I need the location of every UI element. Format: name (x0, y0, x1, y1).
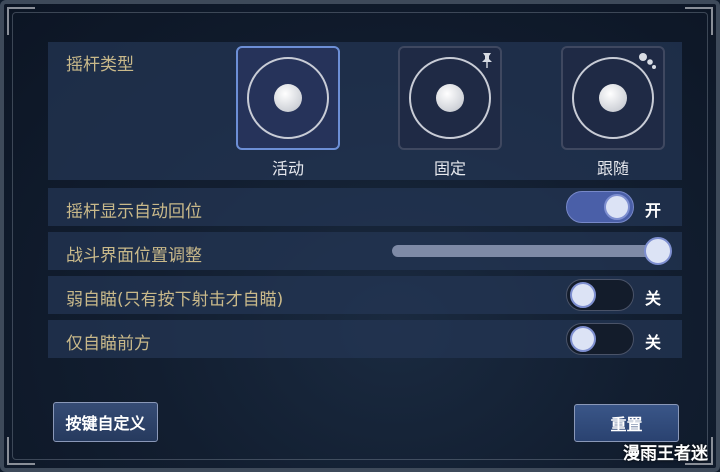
stick-option-active-label: 活动 (271, 159, 304, 178)
position-slider-track[interactable] (392, 245, 668, 257)
front-aim-toggle[interactable] (566, 323, 634, 355)
auto-return-label: 摇杆显示自动回位 (66, 202, 202, 222)
custom-keys-button[interactable]: 按键自定义 (53, 402, 158, 442)
pin-icon (482, 53, 492, 68)
weak-aim-state: 关 (645, 289, 662, 308)
reset-button[interactable]: 重置 (574, 404, 679, 442)
joystick-knob-icon (599, 84, 627, 112)
weak-aim-label: 弱自瞄(只有按下射击才自瞄) (66, 290, 284, 310)
front-aim-row: 仅自瞄前方 关 (48, 320, 682, 358)
dots-icon (639, 53, 656, 69)
stick-option-active[interactable] (236, 46, 340, 150)
stick-option-fixed[interactable] (398, 46, 502, 150)
weak-aim-row: 弱自瞄(只有按下射击才自瞄) 关 (48, 276, 682, 314)
auto-return-state: 开 (645, 201, 662, 220)
auto-return-row: 摇杆显示自动回位 开 (48, 188, 682, 226)
toggle-knob (570, 326, 596, 352)
auto-return-toggle[interactable] (566, 191, 634, 223)
stick-option-follow-label: 跟随 (596, 159, 629, 178)
stick-option-fixed-label: 固定 (433, 159, 466, 178)
joystick-knob-icon (436, 84, 464, 112)
stick-type-row: 摇杆类型 活动 固定 跟随 (48, 42, 682, 180)
corner-ornament (7, 437, 35, 465)
position-slider-knob[interactable] (644, 237, 672, 265)
stick-option-follow[interactable] (561, 46, 665, 150)
front-aim-label: 仅自瞄前方 (66, 334, 151, 354)
position-adjust-row: 战斗界面位置调整 (48, 232, 682, 270)
corner-ornament (7, 7, 35, 35)
settings-panel: 摇杆类型 活动 固定 跟随 摇杆显示自动回位 开 战斗界面位置调整 弱自瞄(只有… (0, 0, 720, 472)
corner-ornament (685, 7, 713, 35)
weak-aim-toggle[interactable] (566, 279, 634, 311)
front-aim-state: 关 (645, 333, 662, 352)
watermark: 漫雨王者迷 (623, 444, 708, 464)
stick-type-label: 摇杆类型 (66, 55, 134, 75)
toggle-knob (604, 194, 630, 220)
joystick-knob-icon (274, 84, 302, 112)
position-adjust-label: 战斗界面位置调整 (66, 246, 202, 266)
toggle-knob (570, 282, 596, 308)
